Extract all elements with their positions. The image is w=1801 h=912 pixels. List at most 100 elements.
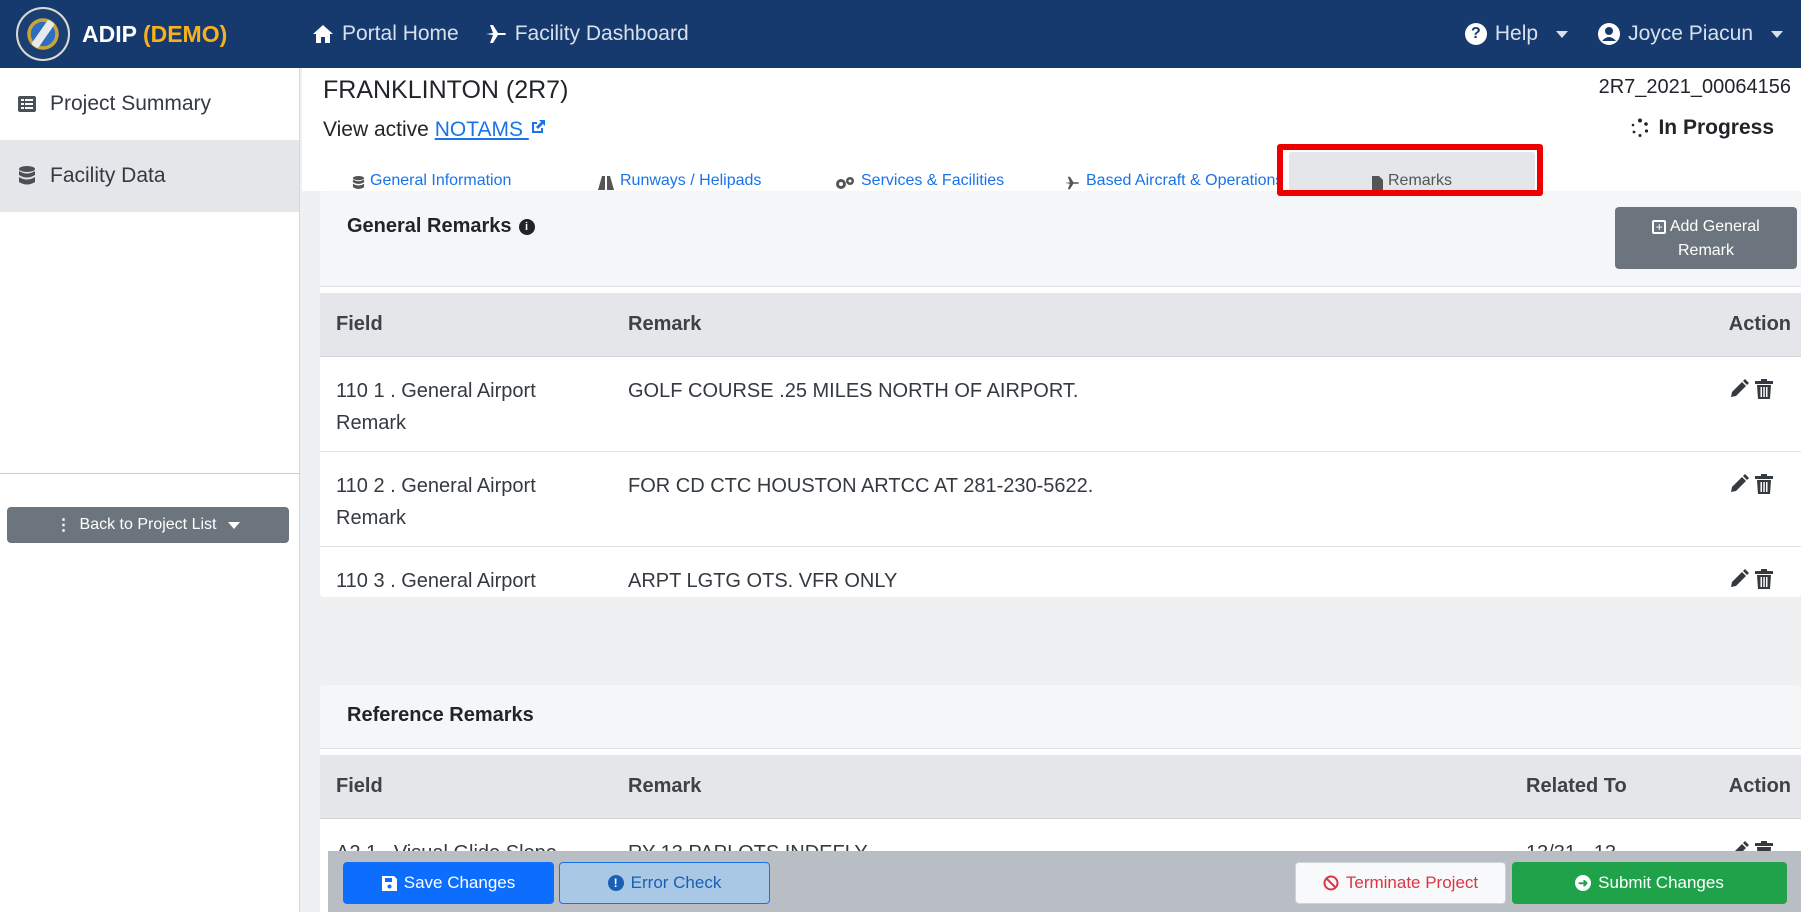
row-field: 110 3 . General Airport Remark xyxy=(336,570,536,592)
brand[interactable]: ADIP (DEMO) xyxy=(0,7,312,61)
project-id: 2R7_2021_00064156 xyxy=(1598,76,1791,98)
trash-icon[interactable] xyxy=(1755,379,1773,399)
user-circle-icon xyxy=(1598,23,1621,45)
notam-row: View active NOTAMS xyxy=(323,118,547,142)
exclamation-circle-icon: ! xyxy=(607,875,624,891)
sidebar: Project Summary Facility Data xyxy=(0,68,300,912)
help-menu[interactable]: ? Help xyxy=(1464,22,1569,46)
row-actions xyxy=(1729,569,1773,589)
column-header-field: Field xyxy=(336,775,383,797)
row-actions xyxy=(1729,379,1773,399)
general-remarks-card: General Remarks i + Add General Remark F… xyxy=(320,191,1801,597)
error-check-label: Error Check xyxy=(630,873,722,892)
back-button-label: Back to Project List xyxy=(79,516,217,533)
table-row: 110 2 . General Airport Remark FOR CD CT… xyxy=(320,452,1801,547)
tab-services-facilities[interactable]: Services & Facilities xyxy=(834,152,1004,192)
nav-links: Portal Home Facility Dashboard xyxy=(312,22,689,46)
reference-remarks-title: Reference Remarks xyxy=(347,704,534,726)
general-remarks-title: General Remarks i xyxy=(347,215,535,238)
tab-remarks[interactable]: Remarks xyxy=(1289,152,1535,192)
nav-facility-dashboard[interactable]: Facility Dashboard xyxy=(485,22,689,46)
table-row: 110 3 . General Airport Remark ARPT LGTG… xyxy=(320,547,1801,597)
pencil-icon[interactable] xyxy=(1729,569,1749,589)
pencil-icon[interactable] xyxy=(1729,474,1749,494)
sidebar-item-label: Project Summary xyxy=(50,92,212,115)
tab-label: Based Aircraft & Operations xyxy=(1086,172,1284,189)
nav-portal-home-label: Portal Home xyxy=(342,22,459,45)
question-icon: ? xyxy=(1464,23,1487,45)
reference-remarks-header: Reference Remarks xyxy=(320,685,1801,749)
row-actions xyxy=(1729,474,1773,494)
sidebar-item-label: Facility Data xyxy=(50,164,166,187)
database-icon xyxy=(19,166,35,185)
nav-facility-dashboard-label: Facility Dashboard xyxy=(514,22,689,45)
general-remarks-header: General Remarks i + Add General Remark xyxy=(320,191,1801,287)
row-remark: FOR CD CTC HOUSTON ARTCC AT 281-230-5622… xyxy=(628,475,1094,497)
row-remark: ARPT LGTG OTS. VFR ONLY xyxy=(628,570,898,592)
spinner-icon xyxy=(1632,118,1649,137)
user-name: Joyce Piacun xyxy=(1628,22,1753,45)
column-header-remark: Remark xyxy=(628,775,702,797)
trash-icon[interactable] xyxy=(1755,474,1773,494)
plus-square-icon: + xyxy=(1652,219,1667,234)
plane-icon xyxy=(1065,176,1079,190)
file-icon xyxy=(1371,176,1383,190)
project-status: In Progress xyxy=(1630,116,1774,140)
tab-label: Remarks xyxy=(1387,172,1452,189)
plane-icon xyxy=(485,25,506,43)
row-remark: GOLF COURSE .25 MILES NORTH OF AIRPORT. xyxy=(628,380,1079,402)
facility-header: FRANKLINTON (2R7) View active NOTAMS 2R7… xyxy=(302,68,1801,192)
list-icon xyxy=(18,96,36,112)
table-row: 110 1 . General Airport Remark GOLF COUR… xyxy=(320,357,1801,452)
user-menu[interactable]: Joyce Piacun xyxy=(1598,22,1783,46)
arrow-circle-right-icon: ➜ xyxy=(1575,875,1592,891)
error-check-button[interactable]: ! Error Check xyxy=(559,862,770,904)
tab-label: Services & Facilities xyxy=(861,172,1005,189)
column-header-remark: Remark xyxy=(628,313,702,335)
external-link-icon xyxy=(531,120,545,133)
tab-label: Runways / Helipads xyxy=(620,172,762,189)
terminate-project-button[interactable]: Terminate Project xyxy=(1295,862,1506,904)
terminate-project-label: Terminate Project xyxy=(1345,873,1479,892)
back-to-project-list-button[interactable]: ⋮ Back to Project List xyxy=(7,507,289,543)
save-changes-button[interactable]: Save Changes xyxy=(343,862,554,904)
floppy-disk-icon xyxy=(381,875,397,891)
info-icon[interactable]: i xyxy=(518,218,535,235)
reference-remarks-table-header: Field Remark Related To Action xyxy=(320,755,1801,819)
road-icon xyxy=(598,176,614,190)
add-general-remark-button[interactable]: + Add General Remark xyxy=(1615,207,1797,269)
sidebar-item-facility-data[interactable]: Facility Data xyxy=(0,140,299,212)
notams-link[interactable]: NOTAMS xyxy=(435,118,547,141)
column-header-field: Field xyxy=(336,313,383,335)
status-label: In Progress xyxy=(1658,116,1774,139)
facility-tabs: General Information Runways / Helipads S… xyxy=(302,152,1801,192)
nav-portal-home[interactable]: Portal Home xyxy=(312,22,459,46)
nav-right: ? Help Joyce Piacun xyxy=(1464,22,1801,46)
column-header-related-to: Related To xyxy=(1526,775,1627,797)
sidebar-divider xyxy=(0,473,300,474)
tab-general-information[interactable]: General Information xyxy=(352,152,511,192)
help-label: Help xyxy=(1494,22,1539,45)
main-content: FRANKLINTON (2R7) View active NOTAMS 2R7… xyxy=(302,68,1801,912)
column-header-action: Action xyxy=(1728,775,1791,797)
trash-icon[interactable] xyxy=(1755,569,1773,589)
notam-prefix: View active xyxy=(323,118,429,141)
submit-changes-button[interactable]: ➜ Submit Changes xyxy=(1512,862,1787,904)
facility-title: FRANKLINTON (2R7) xyxy=(323,76,569,104)
column-header-action: Action xyxy=(1728,313,1791,335)
caret-down-icon xyxy=(228,521,241,529)
vertical-ellipsis-icon: ⋮ xyxy=(55,517,72,534)
top-navbar: ADIP (DEMO) Portal Home Facility Dashboa… xyxy=(0,0,1801,68)
tab-based-aircraft-operations[interactable]: Based Aircraft & Operations xyxy=(1063,152,1283,192)
brand-name: ADIP (DEMO) xyxy=(82,20,228,47)
gears-icon xyxy=(836,177,854,189)
sidebar-item-project-summary[interactable]: Project Summary xyxy=(0,68,299,140)
row-field: 110 1 . General Airport Remark xyxy=(336,380,536,434)
brand-demo-label: (DEMO) xyxy=(142,20,228,47)
general-remarks-table-header: Field Remark Action xyxy=(320,293,1801,357)
caret-down-icon xyxy=(1771,30,1783,38)
pencil-icon[interactable] xyxy=(1729,379,1749,399)
tab-runways-helipads[interactable]: Runways / Helipads xyxy=(597,152,761,192)
save-changes-label: Save Changes xyxy=(403,873,516,892)
caret-down-icon xyxy=(1556,30,1569,38)
